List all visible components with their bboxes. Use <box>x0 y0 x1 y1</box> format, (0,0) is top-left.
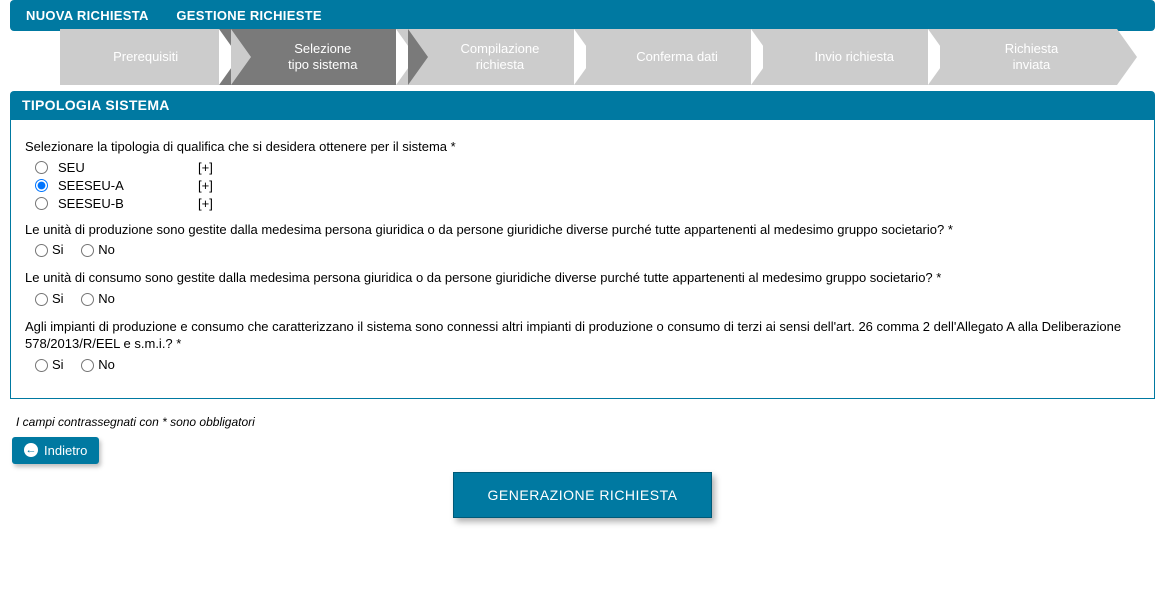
back-button[interactable]: ← Indietro <box>12 437 99 464</box>
options-produzione: Si No <box>35 242 1140 257</box>
options-impianti-terzi: Si No <box>35 357 1140 372</box>
question-impianti-terzi: Agli impianti di produzione e consumo ch… <box>25 318 1140 353</box>
required-note: I campi contrassegnati con * sono obblig… <box>16 415 1155 429</box>
question-produzione: Le unità di produzione sono gestite dall… <box>25 221 1140 239</box>
radio-seu[interactable] <box>35 161 48 174</box>
radio-seeseu-a[interactable] <box>35 179 48 192</box>
option-consumo-si: Si <box>35 291 64 306</box>
radio-consumo-no[interactable] <box>81 293 94 306</box>
expand-seu[interactable]: [+] <box>198 160 213 175</box>
options-tipologia: SEU [+] SEESEU-A [+] SEESEU-B [+] <box>35 160 1140 211</box>
radio-produzione-si[interactable] <box>35 244 48 257</box>
option-terzi-si: Si <box>35 357 64 372</box>
radio-terzi-si[interactable] <box>35 359 48 372</box>
radio-seeseu-b[interactable] <box>35 197 48 210</box>
option-seeseu-a: SEESEU-A [+] <box>35 178 1140 193</box>
option-produzione-no: No <box>81 242 115 257</box>
radio-produzione-no[interactable] <box>81 244 94 257</box>
option-terzi-no: No <box>81 357 115 372</box>
options-consumo: Si No <box>35 291 1140 306</box>
nav-nuova-richiesta[interactable]: NUOVA RICHIESTA <box>26 8 149 23</box>
label-seeseu-b: SEESEU-B <box>58 196 198 211</box>
generate-request-button[interactable]: GENERAZIONE RICHIESTA <box>453 472 713 518</box>
radio-consumo-si[interactable] <box>35 293 48 306</box>
expand-seeseu-b[interactable]: [+] <box>198 196 213 211</box>
section-title: TIPOLOGIA SISTEMA <box>10 91 1155 119</box>
back-arrow-icon: ← <box>24 443 38 457</box>
section-body: Selezionare la tipologia di qualifica ch… <box>10 119 1155 399</box>
question-tipologia: Selezionare la tipologia di qualifica ch… <box>25 138 1140 156</box>
step-prerequisiti: Prerequisiti <box>60 29 231 85</box>
label-seu: SEU <box>58 160 198 175</box>
back-button-label: Indietro <box>44 443 87 458</box>
question-consumo: Le unità di consumo sono gestite dalla m… <box>25 269 1140 287</box>
radio-terzi-no[interactable] <box>81 359 94 372</box>
option-seu: SEU [+] <box>35 160 1140 175</box>
expand-seeseu-a[interactable]: [+] <box>198 178 213 193</box>
option-consumo-no: No <box>81 291 115 306</box>
wizard-steps: Prerequisiti Selezione tipo sistema Comp… <box>10 41 1155 91</box>
nav-gestione-richieste[interactable]: GESTIONE RICHIESTE <box>176 8 322 23</box>
option-seeseu-b: SEESEU-B [+] <box>35 196 1140 211</box>
label-seeseu-a: SEESEU-A <box>58 178 198 193</box>
top-nav: NUOVA RICHIESTA GESTIONE RICHIESTE <box>10 0 1155 31</box>
option-produzione-si: Si <box>35 242 64 257</box>
